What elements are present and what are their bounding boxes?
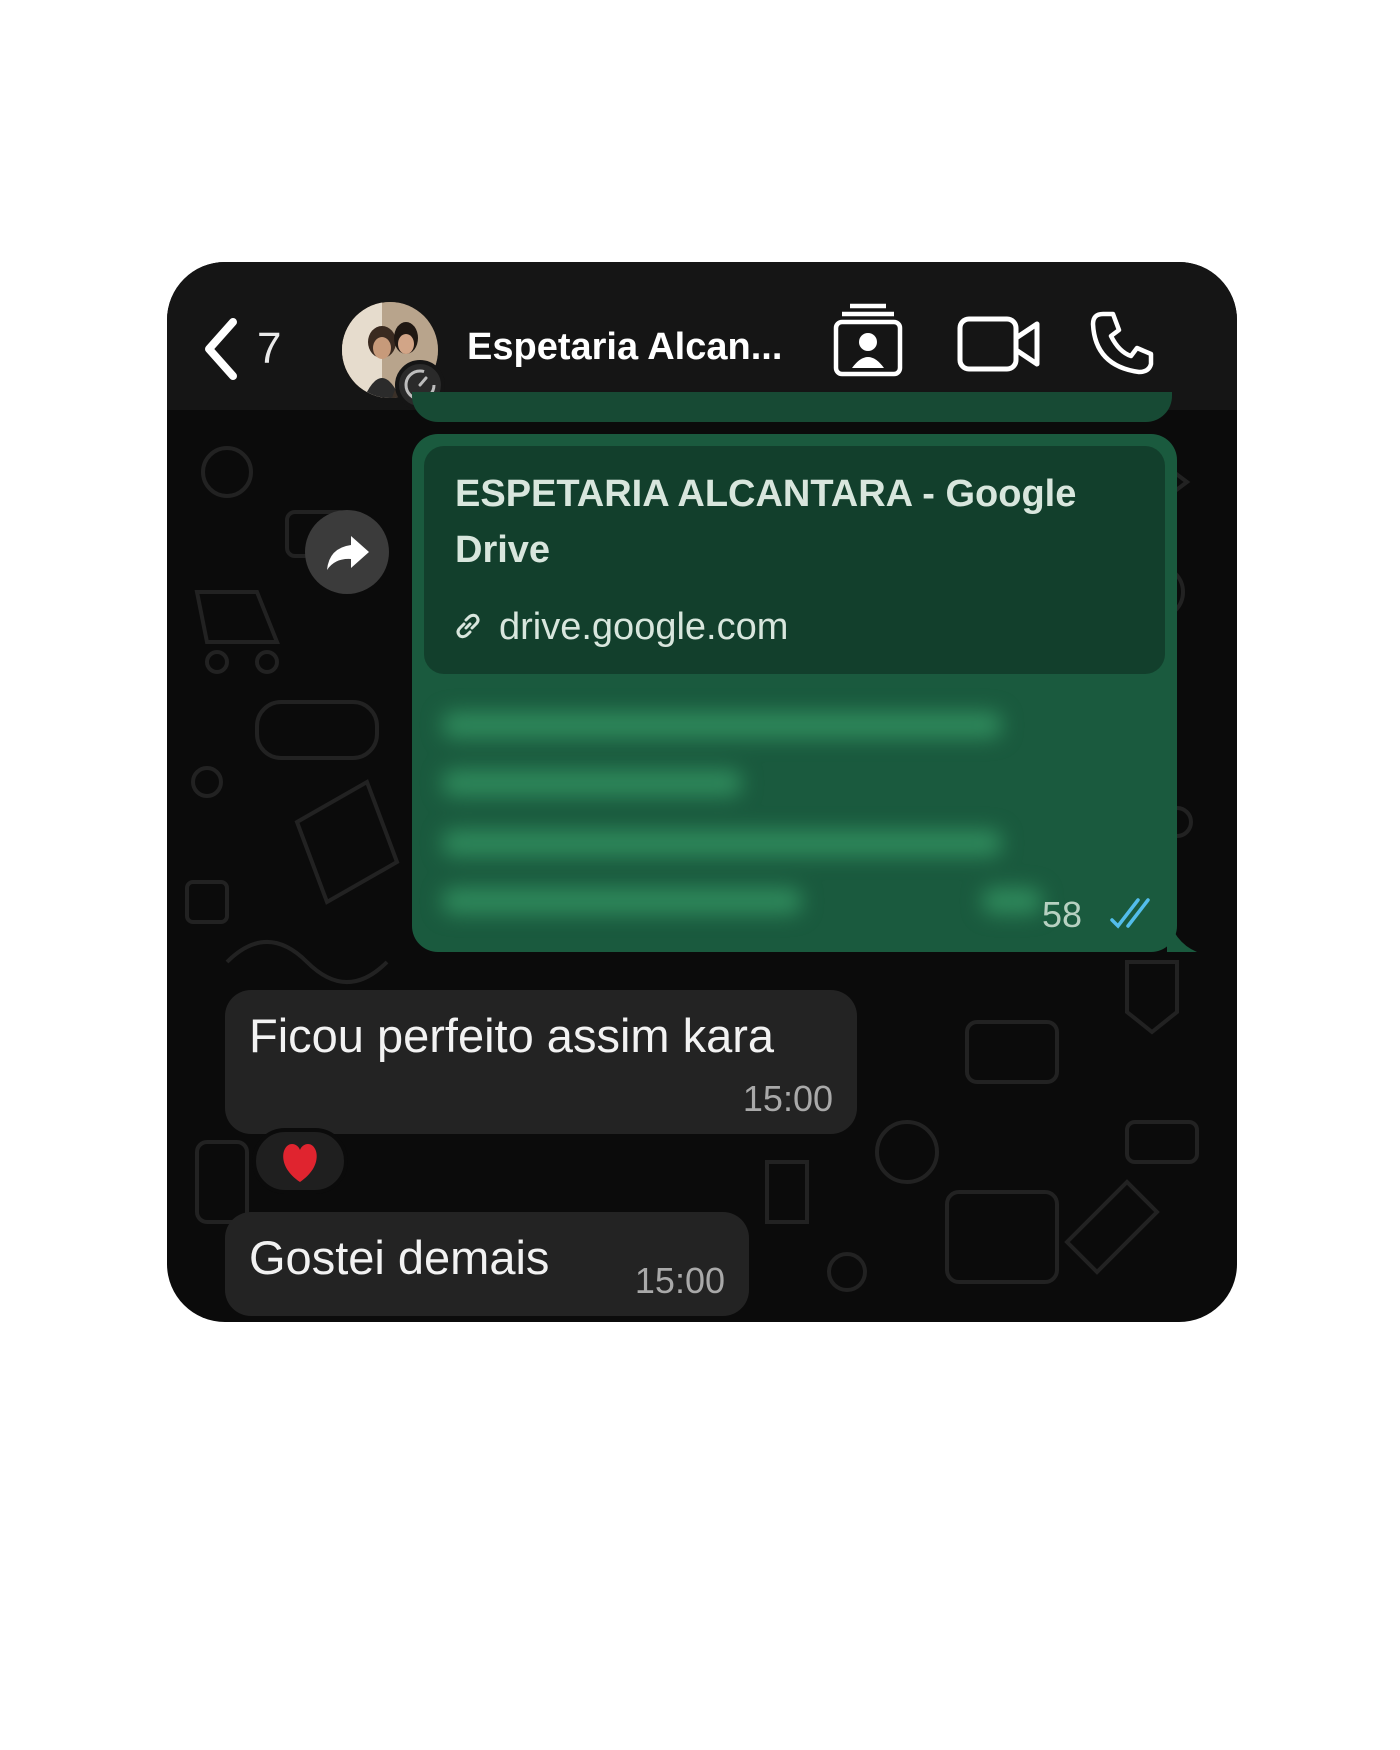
incoming-message[interactable]: Ficou perfeito assim kara 15:00 xyxy=(225,990,857,1134)
chat-screen: 7 Espetaria Alcan... ESPETARIA ALCANTARA… xyxy=(167,262,1237,1322)
link-message-bubble[interactable]: ESPETARIA ALCANTARA - Google Drive drive… xyxy=(412,434,1177,952)
contact-card-icon[interactable] xyxy=(832,302,904,378)
heart-icon xyxy=(283,1144,317,1182)
message-timestamp: 15:00 xyxy=(742,1078,833,1119)
previous-message-bubble xyxy=(412,392,1172,422)
link-preview-domain[interactable]: drive.google.com xyxy=(499,606,788,649)
message-text: Ficou perfeito assim kara xyxy=(249,1009,775,1062)
link-icon xyxy=(456,613,480,639)
back-button[interactable]: 7 xyxy=(201,314,311,384)
read-receipt-icon xyxy=(1110,898,1150,929)
message-timestamp: 58 xyxy=(1042,894,1083,935)
forward-arrow-icon xyxy=(327,536,369,570)
message-text: Gostei demais xyxy=(249,1231,550,1284)
message-timestamp: 15:00 xyxy=(634,1260,725,1301)
forward-button[interactable] xyxy=(305,510,389,594)
incoming-message[interactable]: Gostei demais 15:00 xyxy=(225,1212,749,1316)
unread-count: 7 xyxy=(257,324,282,373)
blurred-message-text xyxy=(442,704,1042,934)
phone-icon[interactable] xyxy=(1089,310,1155,376)
chat-header: 7 Espetaria Alcan... xyxy=(167,262,1237,410)
message-reaction[interactable] xyxy=(252,1128,348,1194)
contact-name[interactable]: Espetaria Alcan... xyxy=(467,326,807,369)
video-call-icon[interactable] xyxy=(957,316,1041,372)
back-chevron-icon xyxy=(205,318,237,380)
link-preview-card[interactable]: ESPETARIA ALCANTARA - Google Drive drive… xyxy=(424,446,1165,674)
link-preview-title: ESPETARIA ALCANTARA - Google Drive xyxy=(455,473,1077,571)
bubble-tail xyxy=(1167,912,1197,952)
